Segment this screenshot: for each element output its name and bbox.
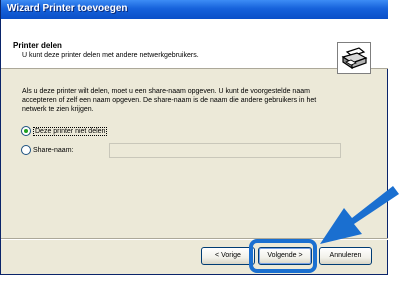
no-share-label: Deze printer niet delen xyxy=(33,126,108,136)
wizard-header: Printer delen U kunt deze printer delen … xyxy=(1,19,388,74)
share-name-input[interactable] xyxy=(109,143,341,158)
next-button-highlight xyxy=(249,239,317,273)
no-share-radio[interactable] xyxy=(21,126,31,136)
no-share-option[interactable]: Deze printer niet delen xyxy=(21,126,108,136)
share-option[interactable]: Share-naam: xyxy=(21,145,73,155)
previous-button[interactable]: < Vorige xyxy=(201,247,255,265)
share-radio[interactable] xyxy=(21,145,31,155)
title-bar[interactable]: Wizard Printer toevoegen xyxy=(1,0,388,19)
page-subtitle: U kunt deze printer delen met andere net… xyxy=(22,52,199,59)
window-title: Wizard Printer toevoegen xyxy=(7,3,128,14)
pointing-arrow-icon xyxy=(320,186,399,244)
share-label: Share-naam: xyxy=(33,146,74,154)
printer-icon xyxy=(337,42,371,74)
instruction-text: Als u deze printer wilt delen, moet u ee… xyxy=(22,88,317,113)
page-title: Printer delen xyxy=(13,41,62,50)
